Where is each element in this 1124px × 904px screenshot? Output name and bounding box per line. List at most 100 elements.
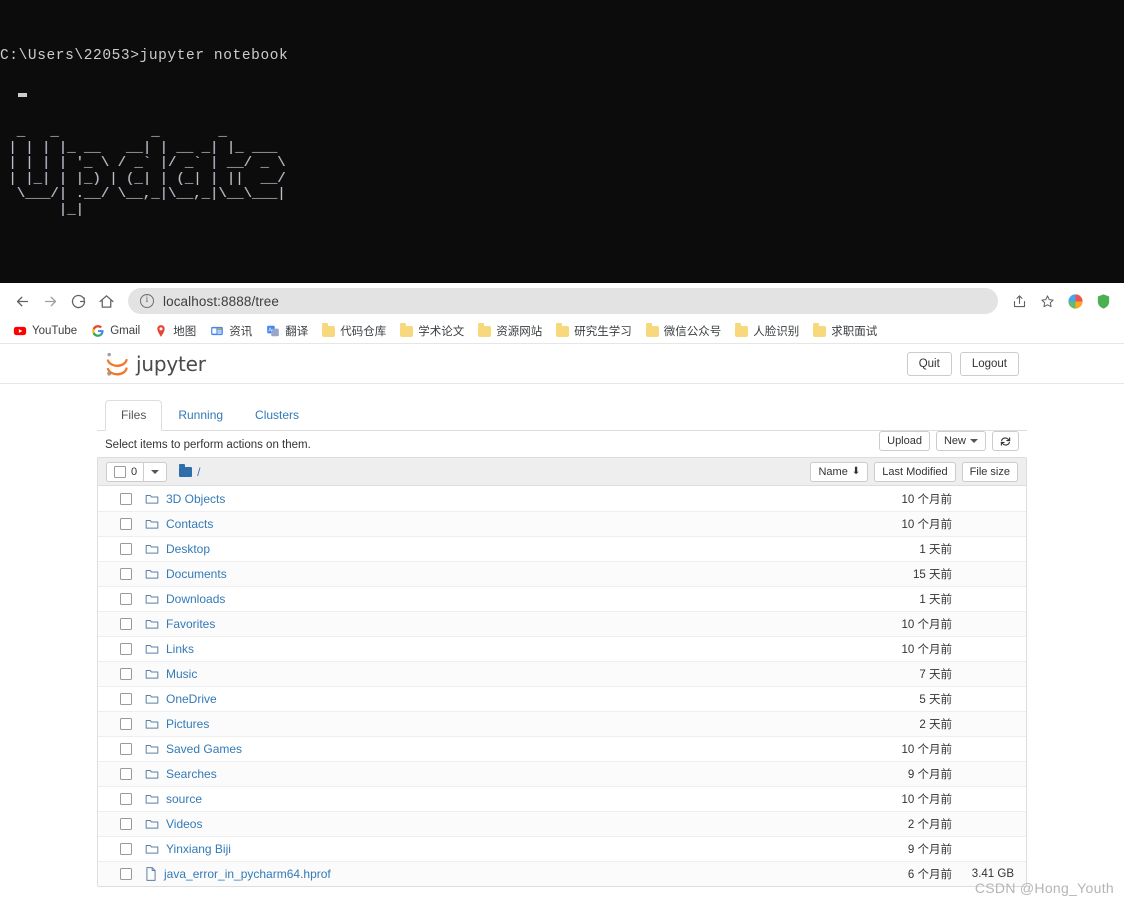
row-checkbox[interactable] <box>120 693 132 705</box>
sort-name-button[interactable]: Name ⬇ <box>810 461 869 482</box>
table-row[interactable]: Downloads 1 天前 <box>98 586 1026 611</box>
select-all-checkbox-group[interactable]: 0 <box>107 462 145 481</box>
file-name-link[interactable]: Pictures <box>166 717 209 731</box>
table-row[interactable]: Music 7 天前 <box>98 661 1026 686</box>
file-modified: 5 天前 <box>919 694 952 706</box>
folder-icon <box>145 568 159 580</box>
file-name-link[interactable]: Videos <box>166 817 202 831</box>
table-row[interactable]: Favorites 10 个月前 <box>98 611 1026 636</box>
file-name-link[interactable]: Saved Games <box>166 742 242 756</box>
file-name-link[interactable]: Music <box>166 667 197 681</box>
row-checkbox[interactable] <box>120 492 132 505</box>
extension-icon-shield[interactable] <box>1090 288 1116 314</box>
bookmark-news[interactable]: 资讯 <box>203 321 259 341</box>
address-bar[interactable]: i localhost:8888/tree <box>128 288 998 314</box>
folder-icon <box>145 668 159 680</box>
bookmarks-bar: YouTube Gmail 地图 资讯 A 翻译 代码仓库 学术论文 资源网站 <box>0 319 1124 344</box>
row-checkbox[interactable] <box>120 768 132 780</box>
row-checkbox[interactable] <box>120 643 132 655</box>
bookmark-youtube[interactable]: YouTube <box>6 322 84 340</box>
table-row[interactable]: java_error_in_pycharm64.hprof 6 个月前 3.41 G… <box>98 861 1026 886</box>
table-row[interactable]: Searches 9 个月前 <box>98 761 1026 786</box>
quit-button[interactable]: Quit <box>906 351 952 376</box>
table-row[interactable]: 3D Objects 10 个月前 <box>98 486 1026 511</box>
file-size: 3.41 GB <box>971 868 1014 880</box>
table-row[interactable]: Documents 15 天前 <box>98 561 1026 586</box>
file-name-link[interactable]: Desktop <box>166 542 210 556</box>
row-checkbox[interactable] <box>120 818 132 830</box>
bookmark-folder-grad-study[interactable]: 研究生学习 <box>549 321 639 341</box>
select-dropdown-toggle[interactable] <box>144 463 166 481</box>
file-name-link[interactable]: Yinxiang Biji <box>166 842 231 856</box>
extension-icon-colorful[interactable] <box>1062 288 1088 314</box>
logout-button[interactable]: Logout <box>959 351 1019 376</box>
file-name-link[interactable]: Downloads <box>166 592 225 606</box>
table-row[interactable]: Links 10 个月前 <box>98 636 1026 661</box>
site-info-icon[interactable]: i <box>140 294 154 308</box>
tab-running[interactable]: Running <box>162 400 239 431</box>
row-checkbox[interactable] <box>120 743 132 755</box>
row-checkbox[interactable] <box>120 518 132 530</box>
file-name-link[interactable]: Favorites <box>166 617 215 631</box>
table-row[interactable]: Yinxiang Biji 9 个月前 <box>98 836 1026 861</box>
upload-button[interactable]: Upload <box>879 431 930 451</box>
row-checkbox[interactable] <box>120 568 132 580</box>
table-row[interactable]: Saved Games 10 个月前 <box>98 736 1026 761</box>
table-row[interactable]: Contacts 10 个月前 <box>98 511 1026 536</box>
row-checkbox[interactable] <box>120 843 132 855</box>
folder-icon <box>145 618 159 630</box>
sort-last-modified-button[interactable]: Last Modified <box>874 461 956 482</box>
selection-count: 0 <box>131 465 138 478</box>
file-name-link[interactable]: source <box>166 792 202 806</box>
forward-arrow-icon[interactable] <box>36 287 64 315</box>
bookmark-folder-papers[interactable]: 学术论文 <box>393 321 471 341</box>
file-name-link[interactable]: Links <box>166 642 194 656</box>
reload-icon[interactable] <box>64 287 92 315</box>
folder-icon <box>813 323 827 337</box>
tab-clusters[interactable]: Clusters <box>239 400 315 431</box>
file-name-link[interactable]: Searches <box>166 767 217 781</box>
back-arrow-icon[interactable] <box>8 287 36 315</box>
table-row[interactable]: Desktop 1 天前 <box>98 536 1026 561</box>
bookmark-folder-face-recognition[interactable]: 人脸识别 <box>728 321 806 341</box>
file-name-link[interactable]: Documents <box>166 567 227 581</box>
folder-icon <box>145 643 159 655</box>
new-button[interactable]: New <box>935 431 986 451</box>
table-row[interactable]: Pictures 2 天前 <box>98 711 1026 736</box>
row-checkbox[interactable] <box>120 718 132 730</box>
jupyter-logo[interactable]: jupyter <box>105 351 206 377</box>
file-name-link[interactable]: Contacts <box>166 517 213 531</box>
select-all-dropdown[interactable]: 0 <box>106 461 168 482</box>
file-name-link[interactable]: 3D Objects <box>166 492 225 506</box>
file-name-link[interactable]: OneDrive <box>166 692 217 706</box>
share-icon[interactable] <box>1006 288 1032 314</box>
row-checkbox[interactable] <box>120 868 132 880</box>
bookmark-translate[interactable]: A 翻译 <box>259 321 315 341</box>
tab-files[interactable]: Files <box>105 400 163 431</box>
file-modified: 10 个月前 <box>901 493 953 506</box>
refresh-button[interactable] <box>992 431 1019 451</box>
folder-icon <box>145 593 159 605</box>
bookmark-folder-resources[interactable]: 资源网站 <box>471 321 549 341</box>
table-row[interactable]: OneDrive 5 天前 <box>98 686 1026 711</box>
bookmark-gmail[interactable]: Gmail <box>84 322 147 340</box>
bookmark-folder-code-repo[interactable]: 代码仓库 <box>315 321 393 341</box>
sort-file-size-button[interactable]: File size <box>961 461 1018 482</box>
file-modified: 1 天前 <box>919 544 952 556</box>
bookmark-folder-job-interview[interactable]: 求职面试 <box>806 321 884 341</box>
row-checkbox[interactable] <box>120 543 132 555</box>
bookmark-folder-wechat[interactable]: 微信公众号 <box>639 321 729 341</box>
table-row[interactable]: Videos 2 个月前 <box>98 811 1026 836</box>
table-row[interactable]: source 10 个月前 <box>98 786 1026 811</box>
select-all-checkbox[interactable] <box>114 465 126 478</box>
breadcrumb[interactable]: / <box>179 463 200 479</box>
row-checkbox[interactable] <box>120 793 132 805</box>
bookmark-maps[interactable]: 地图 <box>147 321 203 341</box>
file-name-link[interactable]: java_error_in_pycharm64.hprof <box>164 867 331 881</box>
row-checkbox[interactable] <box>120 618 132 630</box>
row-checkbox[interactable] <box>120 593 132 605</box>
gmail-icon <box>92 325 104 337</box>
row-checkbox[interactable] <box>120 668 132 680</box>
bookmark-star-icon[interactable] <box>1034 288 1060 314</box>
home-icon[interactable] <box>92 287 120 315</box>
